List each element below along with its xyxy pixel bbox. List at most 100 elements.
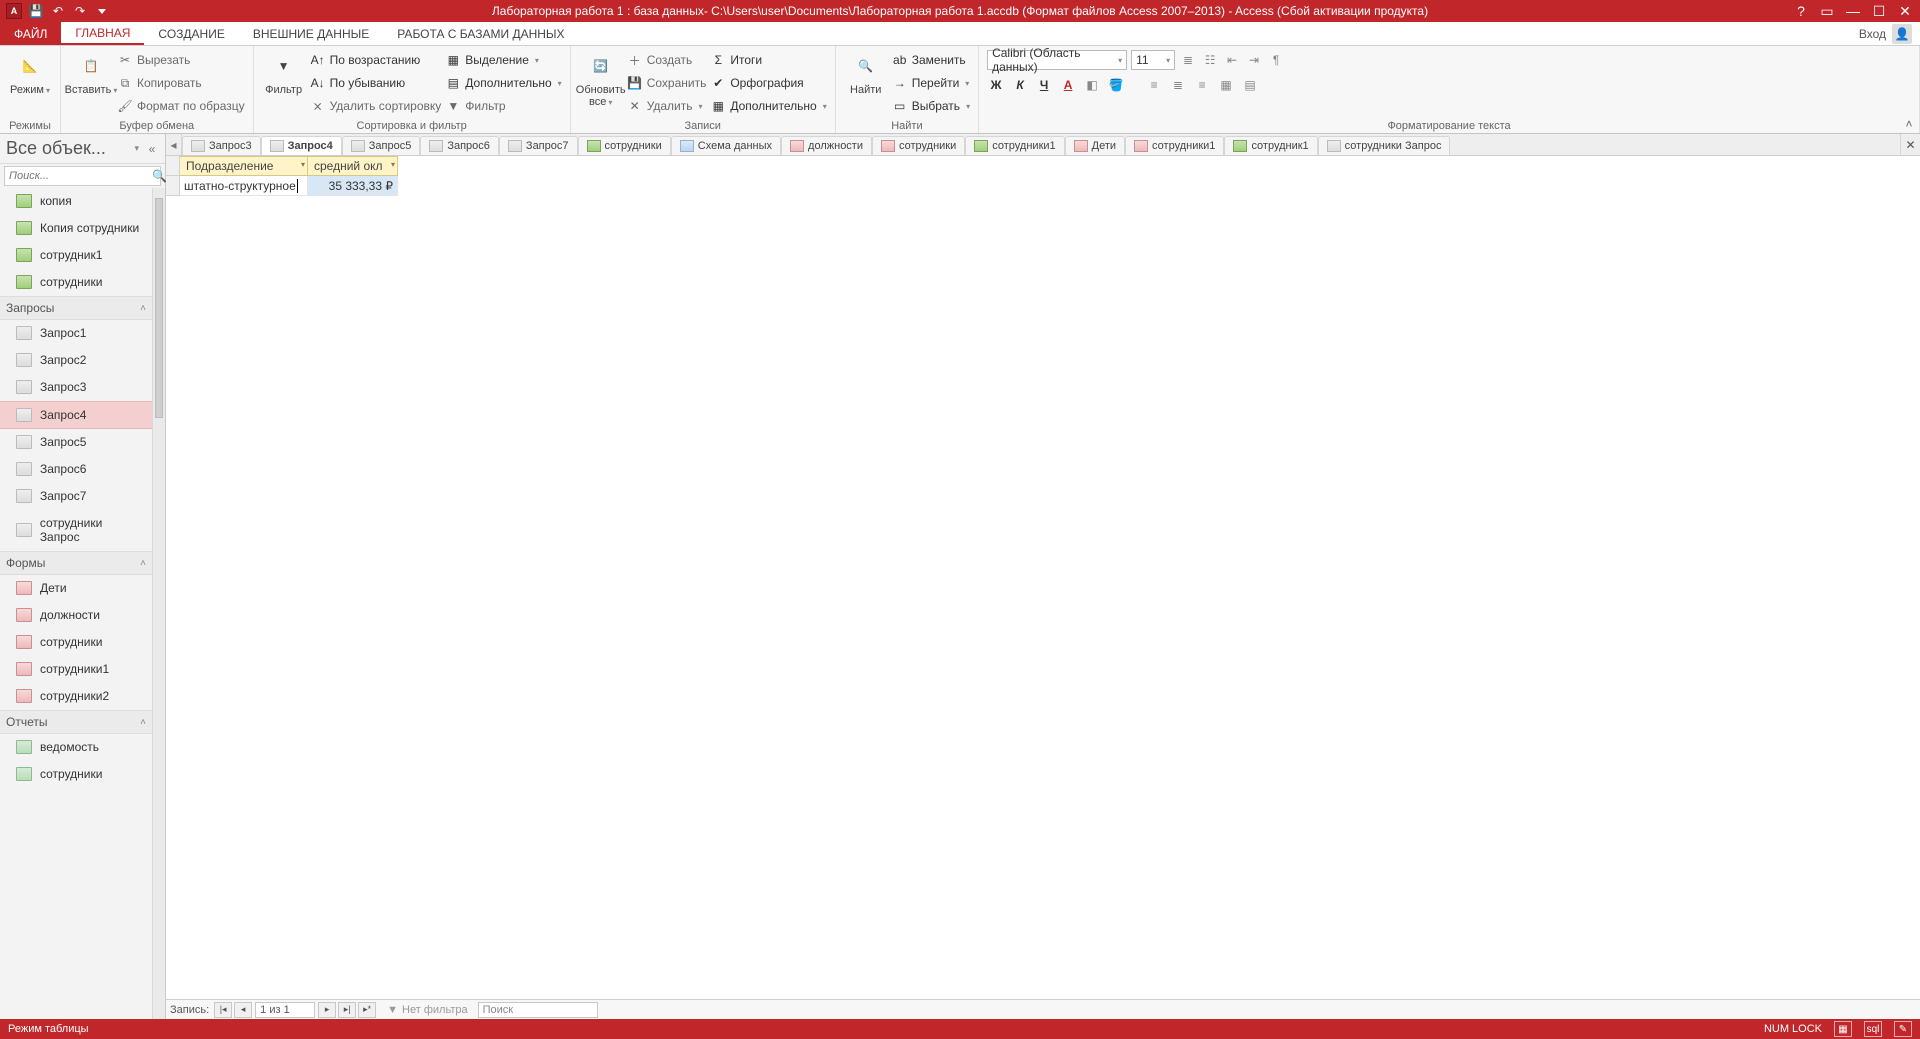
- doc-tab[interactable]: Запрос7: [499, 136, 578, 155]
- next-record-button[interactable]: ▸: [318, 1002, 336, 1018]
- italic-button[interactable]: К: [1011, 76, 1029, 94]
- view-button[interactable]: 📐 Режим: [8, 50, 52, 96]
- tab-home[interactable]: ГЛАВНАЯ: [61, 22, 144, 45]
- nav-item-query-selected[interactable]: Запрос4: [0, 401, 152, 429]
- cut-button[interactable]: ✂Вырезать: [117, 50, 245, 70]
- align-left-icon[interactable]: ≡: [1145, 76, 1163, 94]
- undo-icon[interactable]: ↶: [50, 3, 66, 19]
- prev-record-button[interactable]: ◂: [234, 1002, 252, 1018]
- advanced-filter-button[interactable]: ▤Дополнительно: [445, 73, 561, 93]
- doc-tab[interactable]: Дети: [1065, 136, 1125, 155]
- nav-item-form[interactable]: сотрудники1: [0, 656, 152, 683]
- collapse-ribbon-icon[interactable]: ˄: [1902, 117, 1916, 131]
- select-all-corner[interactable]: [166, 156, 180, 176]
- column-header[interactable]: Подразделение▾: [180, 156, 308, 176]
- tab-external-data[interactable]: ВНЕШНИЕ ДАННЫЕ: [239, 22, 383, 45]
- row-selector[interactable]: [166, 176, 180, 196]
- refresh-all-button[interactable]: 🔄 Обновить все: [579, 50, 623, 108]
- nav-item-report[interactable]: сотрудники: [0, 761, 152, 788]
- tab-database-tools[interactable]: РАБОТА С БАЗАМИ ДАННЫХ: [383, 22, 578, 45]
- nav-search[interactable]: 🔍: [4, 166, 161, 186]
- bold-button[interactable]: Ж: [987, 76, 1005, 94]
- tab-create[interactable]: СОЗДАНИЕ: [144, 22, 238, 45]
- last-record-button[interactable]: ▸|: [338, 1002, 356, 1018]
- align-center-icon[interactable]: ≣: [1169, 76, 1187, 94]
- replace-button[interactable]: abЗаменить: [892, 50, 970, 70]
- minimize-icon[interactable]: —: [1844, 2, 1862, 20]
- copy-button[interactable]: ⧉Копировать: [117, 73, 245, 93]
- ribbon-options-icon[interactable]: ▭: [1818, 2, 1836, 20]
- recnav-search-box[interactable]: Поиск: [478, 1002, 598, 1018]
- remove-sort-button[interactable]: ⨯Удалить сортировку: [310, 96, 442, 116]
- new-record-nav-button[interactable]: ▸*: [358, 1002, 376, 1018]
- text-direction-icon[interactable]: ¶: [1267, 51, 1285, 69]
- nav-search-input[interactable]: [9, 170, 152, 182]
- view-design-icon[interactable]: ✎: [1894, 1021, 1912, 1037]
- doc-tab[interactable]: Запрос5: [342, 136, 421, 155]
- nav-category-queries[interactable]: Запросы˄: [0, 296, 152, 320]
- cell[interactable]: 35 333,33 ₽: [308, 176, 398, 196]
- doc-tab[interactable]: сотрудники Запрос: [1318, 136, 1451, 155]
- nav-scrollbar[interactable]: [152, 188, 165, 1019]
- fill-color-icon[interactable]: 🪣: [1107, 76, 1125, 94]
- doc-tab[interactable]: сотрудники: [872, 136, 965, 155]
- nav-item-query[interactable]: Запрос7: [0, 483, 152, 510]
- doc-tab-active[interactable]: Запрос4: [261, 136, 342, 155]
- nav-item-query[interactable]: Запрос5: [0, 429, 152, 456]
- highlight-color-icon[interactable]: ◧: [1083, 76, 1101, 94]
- nav-category-reports[interactable]: Отчеты˄: [0, 710, 152, 734]
- nav-item-form[interactable]: сотрудники: [0, 629, 152, 656]
- doc-tab[interactable]: сотрудники: [578, 136, 671, 155]
- nav-item-query[interactable]: сотрудники Запрос: [0, 510, 152, 551]
- more-records-button[interactable]: ▦Дополнительно: [710, 96, 826, 116]
- new-record-button[interactable]: ＋Создать: [627, 50, 707, 70]
- help-icon[interactable]: ?: [1792, 2, 1810, 20]
- toggle-filter-button[interactable]: ▼Фильтр: [445, 96, 561, 116]
- increase-indent-icon[interactable]: ⇥: [1245, 51, 1263, 69]
- column-dropdown-icon[interactable]: ▾: [391, 160, 395, 169]
- nav-item-query[interactable]: Запрос1: [0, 320, 152, 347]
- sort-desc-button[interactable]: A↓По убыванию: [310, 73, 442, 93]
- doc-tab[interactable]: Запрос6: [420, 136, 499, 155]
- nav-item-query[interactable]: Запрос6: [0, 456, 152, 483]
- goto-button[interactable]: →Перейти: [892, 73, 970, 93]
- nav-item-query[interactable]: Запрос3: [0, 374, 152, 401]
- nav-item-table[interactable]: сотрудник1: [0, 242, 152, 269]
- underline-button[interactable]: Ч: [1035, 76, 1053, 94]
- nav-item-table[interactable]: Копия сотрудники: [0, 215, 152, 242]
- nav-item-form[interactable]: Дети: [0, 575, 152, 602]
- alt-row-color-icon[interactable]: ▤: [1241, 76, 1259, 94]
- first-record-button[interactable]: |◂: [214, 1002, 232, 1018]
- qat-customize-icon[interactable]: [94, 3, 110, 19]
- tab-file[interactable]: ФАЙЛ: [0, 22, 61, 45]
- column-dropdown-icon[interactable]: ▾: [301, 160, 305, 169]
- filter-button[interactable]: ▼ Фильтр: [262, 50, 306, 96]
- font-name-combo[interactable]: Calibri (Область данных): [987, 50, 1127, 70]
- format-painter-button[interactable]: 🖌Формат по образцу: [117, 96, 245, 116]
- nav-item-form[interactable]: должности: [0, 602, 152, 629]
- nav-item-table[interactable]: копия: [0, 188, 152, 215]
- tabs-scroll-left-icon[interactable]: ◂: [166, 134, 182, 155]
- nav-item-form[interactable]: сотрудники2: [0, 683, 152, 710]
- close-tab-icon[interactable]: ✕: [1900, 134, 1920, 155]
- align-right-icon[interactable]: ≡: [1193, 76, 1211, 94]
- delete-record-button[interactable]: ✕Удалить: [627, 96, 707, 116]
- gridlines-icon[interactable]: ▦: [1217, 76, 1235, 94]
- selection-filter-button[interactable]: ▦Выделение: [445, 50, 561, 70]
- doc-tab[interactable]: должности: [781, 136, 872, 155]
- save-icon[interactable]: 💾: [28, 3, 44, 19]
- select-button[interactable]: ▭Выбрать: [892, 96, 970, 116]
- numbering-icon[interactable]: ☷: [1201, 51, 1219, 69]
- view-datasheet-icon[interactable]: ▦: [1834, 1021, 1852, 1037]
- record-position-box[interactable]: 1 из 1: [255, 1002, 315, 1018]
- bullets-icon[interactable]: ≣: [1179, 51, 1197, 69]
- decrease-indent-icon[interactable]: ⇤: [1223, 51, 1241, 69]
- spelling-button[interactable]: ✔Орфография: [710, 73, 826, 93]
- nav-item-report[interactable]: ведомость: [0, 734, 152, 761]
- sign-in[interactable]: Вход 👤: [1859, 22, 1920, 45]
- nav-title-dropdown-icon[interactable]: ▾: [134, 143, 139, 154]
- column-header[interactable]: средний окл▾: [308, 156, 398, 176]
- doc-tab[interactable]: Схема данных: [671, 136, 781, 155]
- find-button[interactable]: 🔍 Найти: [844, 50, 888, 96]
- sort-asc-button[interactable]: A↑По возрастанию: [310, 50, 442, 70]
